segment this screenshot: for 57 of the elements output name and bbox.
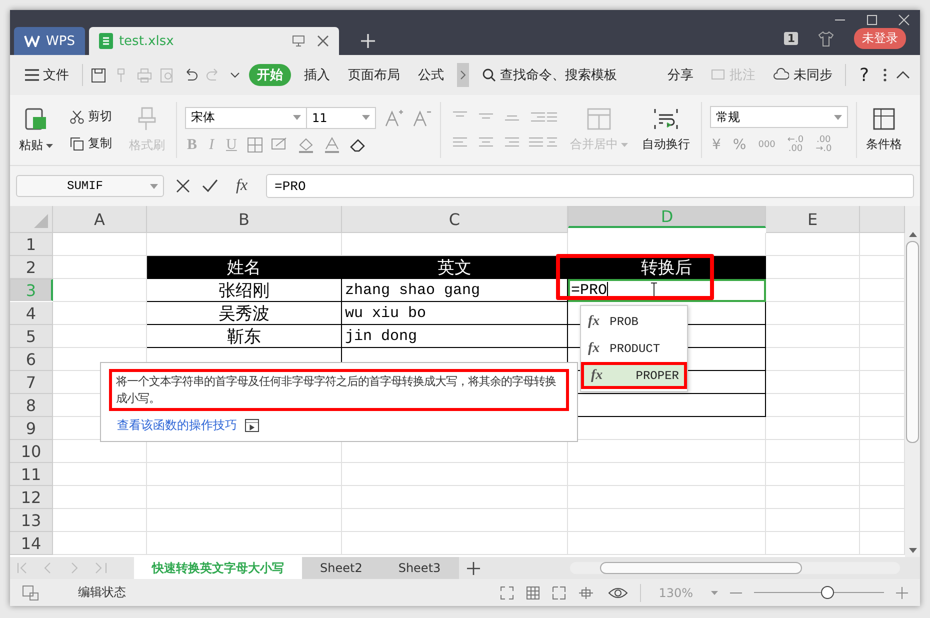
login-button[interactable]: 未登录 bbox=[854, 28, 906, 49]
row-header[interactable]: 13 bbox=[10, 509, 53, 532]
status-mode: 编辑状态 bbox=[78, 584, 126, 601]
share-button[interactable]: 分享 bbox=[662, 64, 698, 86]
file-menu[interactable]: 文件 bbox=[20, 64, 74, 86]
copy-button[interactable]: 复制 bbox=[64, 134, 118, 153]
row-header[interactable]: 8 bbox=[10, 394, 53, 417]
header-cell: 姓名 bbox=[147, 256, 342, 279]
formula-input[interactable]: =PRO bbox=[266, 174, 914, 198]
row-header[interactable]: 7 bbox=[10, 371, 53, 394]
font-size-field[interactable]: 11 bbox=[306, 106, 376, 128]
sheet-tab[interactable]: Sheet2 bbox=[302, 557, 380, 579]
ribbon-tab[interactable]: 插入 bbox=[299, 64, 335, 86]
column-header[interactable]: E bbox=[766, 206, 860, 233]
function-suggestion[interactable]: fx PRODUCT bbox=[581, 335, 687, 362]
table-cell: 吴秀波 bbox=[147, 302, 342, 325]
ribbon-tab[interactable]: 页面布局 bbox=[343, 64, 405, 86]
function-suggestion[interactable]: fx PROPER bbox=[581, 362, 687, 389]
table-cell: wu xiu bo bbox=[342, 302, 568, 325]
column-header[interactable]: B bbox=[147, 206, 342, 233]
row-header[interactable]: 1 bbox=[10, 233, 53, 256]
font-name-field[interactable]: 宋体 bbox=[185, 106, 307, 128]
wrap-text-button[interactable]: 自动换行 bbox=[639, 107, 693, 153]
sheet-tab[interactable]: Sheet3 bbox=[380, 557, 459, 579]
function-suggestion[interactable]: fx PROB bbox=[581, 308, 687, 335]
header-cell: 转换后 bbox=[568, 256, 766, 279]
table-cell: 靳东 bbox=[147, 325, 342, 348]
row-header[interactable]: 5 bbox=[10, 325, 53, 348]
insert-function-button[interactable]: fx bbox=[230, 176, 254, 196]
table-cell: jin dong bbox=[342, 325, 568, 348]
row-header[interactable]: 4 bbox=[10, 302, 53, 325]
help-button[interactable]: ? bbox=[854, 62, 874, 88]
ribbon-tab[interactable]: 公式 bbox=[413, 64, 449, 86]
paste-button[interactable]: 粘贴 bbox=[16, 106, 56, 154]
function-description: 将一个文本字符串的首字母及任何非字母字符之后的首字母转换成大写，将其余的字母转换成小写。 bbox=[109, 369, 569, 411]
cut-button[interactable]: 剪切 bbox=[64, 107, 118, 126]
table-cell: 张绍刚 bbox=[147, 279, 342, 302]
number-format-field[interactable]: 常规 bbox=[710, 106, 848, 128]
row-header[interactable]: 12 bbox=[10, 486, 53, 509]
command-search[interactable]: 查找命令、搜索模板 bbox=[477, 64, 622, 86]
row-header[interactable]: 14 bbox=[10, 532, 53, 555]
editing-cell[interactable]: =PRO bbox=[568, 279, 766, 302]
document-tab[interactable]: WPS bbox=[14, 27, 85, 55]
table-cell: zhang shao gang bbox=[342, 279, 568, 302]
name-box[interactable]: SUMIF bbox=[16, 175, 164, 197]
row-header[interactable]: 6 bbox=[10, 348, 53, 371]
row-header[interactable]: 9 bbox=[10, 417, 53, 440]
column-header[interactable]: C bbox=[342, 206, 568, 233]
conditional-format-button[interactable]: 条件格 bbox=[863, 107, 905, 153]
row-header[interactable]: 11 bbox=[10, 463, 53, 486]
header-cell: 英文 bbox=[342, 256, 568, 279]
row-header[interactable]: 2 bbox=[10, 256, 53, 279]
function-tips-link[interactable]: 查看该函数的操作技巧 bbox=[117, 417, 237, 434]
row-header[interactable]: 10 bbox=[10, 440, 53, 463]
page-count[interactable]: 1 bbox=[784, 32, 798, 45]
column-header[interactable]: A bbox=[53, 206, 147, 233]
sync-button[interactable]: 未同步 bbox=[768, 64, 838, 86]
